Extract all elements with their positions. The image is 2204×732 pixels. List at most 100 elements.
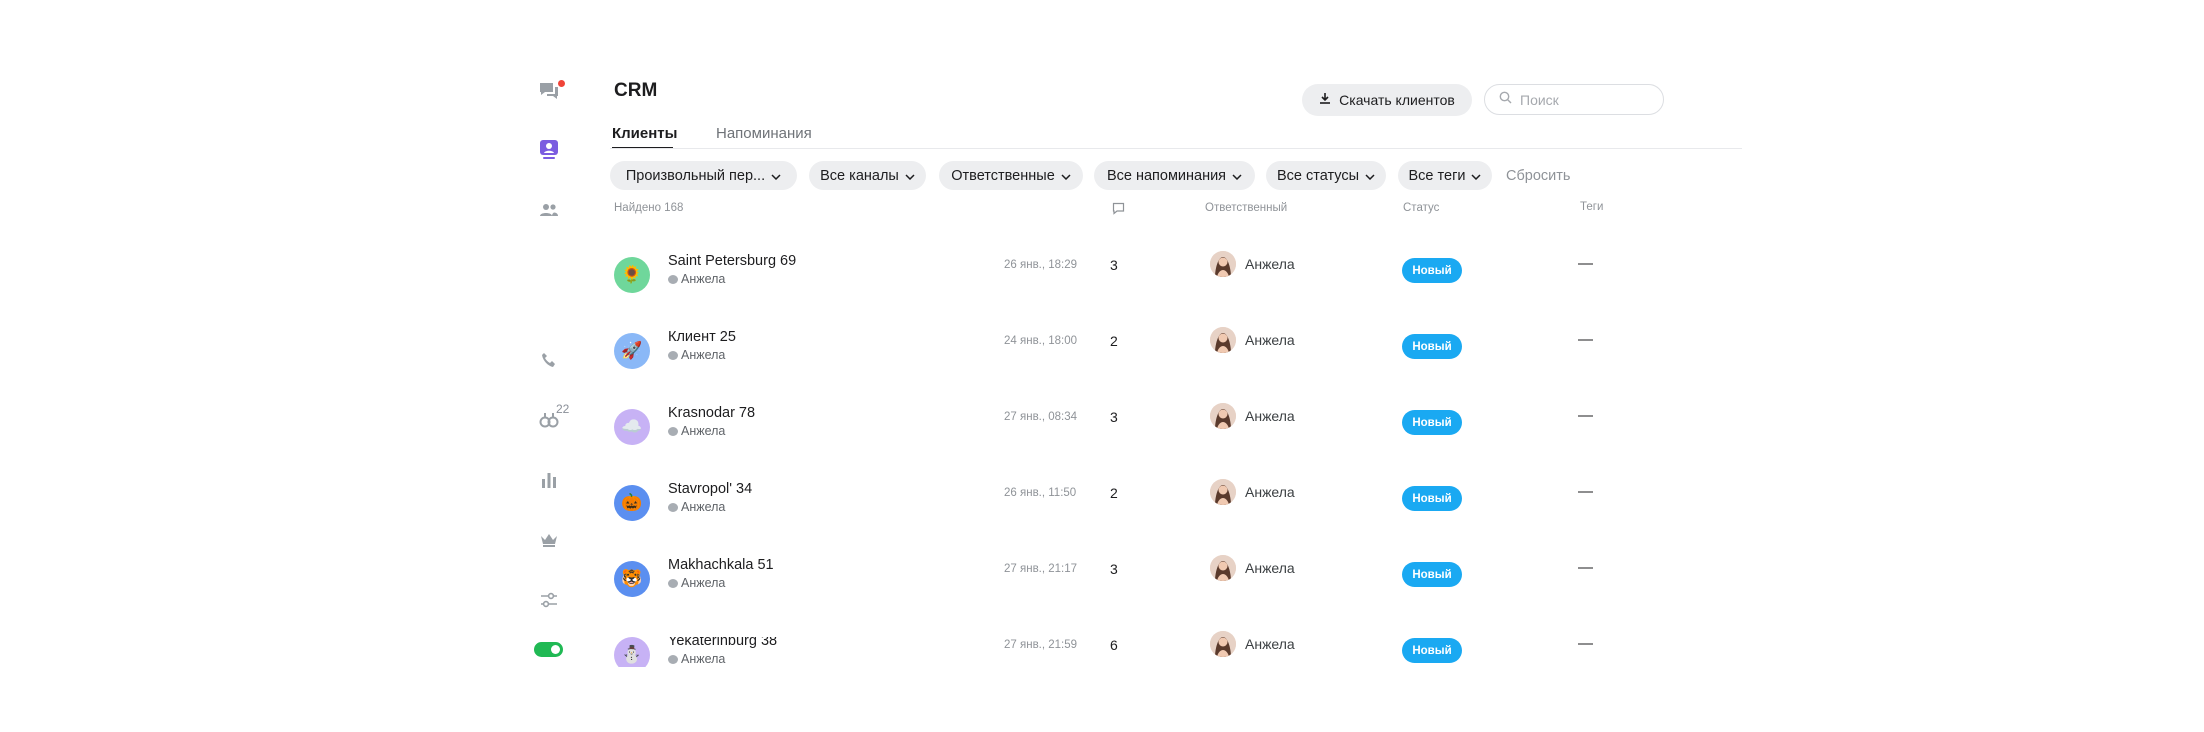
table-row[interactable]: 🚀 Клиент 25 Анжела 24 янв., 18:00 2 Анже… [612,327,1742,409]
table-row[interactable]: 🌻 Saint Petersburg 69 Анжела 26 янв., 18… [612,251,1742,333]
filter-label: Все статусы [1276,167,1360,184]
tags-empty: — [1578,483,1593,500]
responsible-avatar [1210,403,1236,429]
tab-clients[interactable]: Клиенты [612,125,677,142]
messages-column-icon[interactable] [1112,202,1125,218]
filter-tags[interactable]: Все теги [1398,161,1492,190]
chat-bubble-icon [668,654,678,664]
table-row[interactable]: 🎃 Stavropol' 34 Анжела 26 янв., 11:50 2 … [612,479,1742,561]
filter-label: Все каналы [820,167,899,184]
tags-empty: — [1578,407,1593,424]
client-avatar: 🐯 [614,561,650,597]
status-badge[interactable]: Новый [1402,486,1462,511]
responsible-name: Анжела [1245,408,1295,424]
responsible-avatar [1210,251,1236,277]
filter-period[interactable]: Произвольный пер... [610,161,797,190]
table-row[interactable]: ☁️ Krasnodar 78 Анжела 27 янв., 08:34 3 … [612,403,1742,485]
status-badge[interactable]: Новый [1402,562,1462,587]
responsible-name: Анжела [1245,560,1295,576]
client-owner: Анжела [668,272,725,286]
crown-icon[interactable] [534,525,564,555]
responsible-name: Анжела [1245,332,1295,348]
tags-empty: — [1578,637,1593,652]
message-count: 3 [1110,257,1118,273]
table-row[interactable]: ⛄ Yekaterinburg 38 Анжела 27 янв., 21:59… [612,637,1742,667]
page-title: CRM [614,80,658,101]
responsible-name: Анжела [1245,637,1295,652]
search-box[interactable] [1484,84,1664,115]
sliders-icon[interactable] [534,585,564,615]
filter-label: Ответственные [951,167,1055,184]
client-name: Krasnodar 78 [668,405,756,421]
header-divider [610,148,1742,149]
client-name: Stavropol' 34 [668,481,753,497]
client-avatar: 🌻 [614,257,650,293]
chevron-down-icon [1061,168,1071,184]
client-name: Клиент 25 [668,329,736,345]
chevron-down-icon [1471,168,1481,184]
status-badge[interactable]: Новый [1402,334,1462,359]
owner-name: Анжела [681,272,726,286]
owner-name: Анжела [681,652,726,666]
client-owner: Анжела [668,348,725,362]
column-responsible[interactable]: Ответственный [1205,202,1287,214]
search-input[interactable] [1518,90,1652,109]
tags-empty: — [1578,255,1593,272]
filter-label: Все теги [1408,167,1466,184]
chat-bubble-icon [668,426,678,436]
client-name: Saint Petersburg 69 [668,253,797,269]
found-count: Найдено 168 [614,202,684,214]
chat-bubble-icon [668,350,678,360]
owner-name: Анжела [681,348,726,362]
last-activity-date: 26 янв., 18:29 [1004,259,1078,271]
bar-chart-icon[interactable] [534,465,564,495]
column-tags[interactable]: Теги [1580,201,1603,213]
search-icon [1499,91,1512,109]
message-count: 3 [1110,561,1118,577]
last-activity-date: 26 янв., 11:50 [1004,487,1077,499]
last-activity-date: 27 янв., 21:59 [1004,639,1078,651]
client-owner: Анжела [668,424,725,438]
download-clients-button[interactable]: Скачать клиентов [1302,84,1472,116]
owner-name: Анжела [681,424,726,438]
client-avatar: ☁️ [614,409,650,445]
people-icon[interactable] [534,195,564,225]
last-activity-date: 27 янв., 08:34 [1004,411,1078,423]
tags-empty: — [1578,331,1593,348]
responsible-avatar [1210,631,1236,657]
status-badge[interactable]: Новый [1402,410,1462,435]
column-status[interactable]: Статус [1403,202,1439,214]
filter-reminders[interactable]: Все напоминания [1094,161,1255,190]
download-icon [1319,92,1331,108]
chat-bubble-icon [668,578,678,588]
responsible-name: Анжела [1245,256,1295,272]
responsible-name: Анжела [1245,484,1295,500]
responsible-avatar [1210,555,1236,581]
client-avatar: 🎃 [614,485,650,521]
reset-filters-link[interactable]: Сбросить [1506,168,1570,184]
status-toggle[interactable] [534,642,563,657]
status-badge[interactable]: Новый [1402,258,1462,283]
responsible-avatar [1210,327,1236,353]
responsible-avatar [1210,479,1236,505]
filter-responsible[interactable]: Ответственные [939,161,1083,190]
chevron-down-icon [771,168,781,184]
table-row[interactable]: 🐯 Makhachkala 51 Анжела 27 янв., 21:17 3… [612,555,1742,637]
client-owner: Анжела [668,500,725,514]
filter-channels[interactable]: Все каналы [809,161,926,190]
filter-statuses[interactable]: Все статусы [1266,161,1386,190]
message-count: 3 [1110,409,1118,425]
filter-label: Все напоминания [1106,167,1227,184]
tab-reminders[interactable]: Напоминания [716,125,812,142]
chevron-down-icon [1365,168,1375,184]
notification-dot [558,80,565,87]
phone-icon[interactable] [534,345,564,375]
bots-badge: 22 [556,402,570,416]
message-count: 2 [1110,333,1118,349]
contact-card-icon[interactable] [534,135,564,165]
filter-label: Произвольный пер... [625,167,766,184]
status-badge[interactable]: Новый [1402,638,1462,663]
client-avatar: 🚀 [614,333,650,369]
last-activity-date: 27 янв., 21:17 [1004,563,1078,575]
message-count: 2 [1110,485,1118,501]
